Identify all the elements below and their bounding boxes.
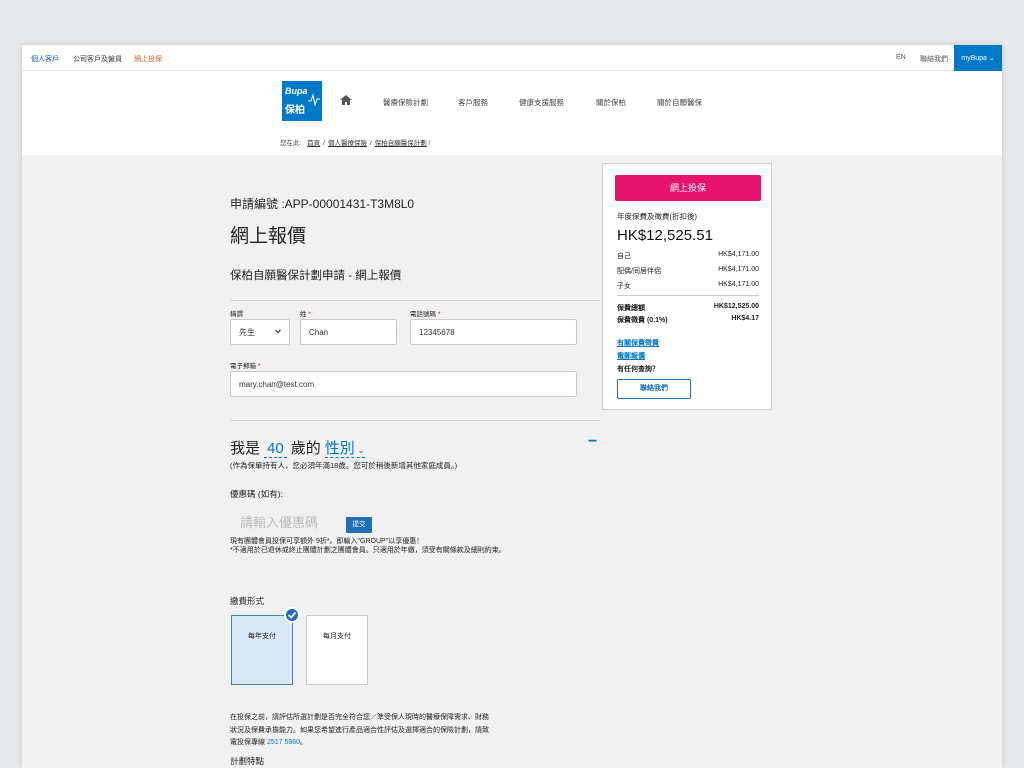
breadcrumb: 您在此: 首頁 / 個人醫療保險 / 保柏自願醫保計劃 / (280, 140, 431, 147)
tab-online-apply[interactable]: 網上投保 (134, 54, 162, 64)
check-icon (284, 607, 300, 623)
premium-row-children: 子女 HK$4,171.00 (617, 281, 759, 290)
salutation-select[interactable]: 先生 (230, 319, 290, 345)
levy-row: 保費徵費 (0.1%) HK$4.17 (617, 315, 759, 324)
disclaimer-line: 在投保之前，請評估所選計劃是否完全符合您／準受保人現時的醫療保障需求、財務 (230, 714, 489, 721)
nav-about-vhis[interactable]: 關於自願醫保 (657, 97, 702, 108)
breadcrumb-home[interactable]: 首頁 (307, 140, 320, 147)
annual-premium-total: HK$12,525.51 (617, 227, 713, 244)
breadcrumb-medical-insurance[interactable]: 個人醫療保險 (328, 140, 367, 147)
chevron-down-icon: ⌄ (354, 445, 365, 455)
salutation-value: 先生 (239, 327, 255, 337)
breadcrumb-prefix: 您在此: (280, 140, 302, 147)
page-title: 網上報價 (230, 226, 307, 247)
age-gender-statement: 我是 40 歲的 性別 ⌄ (230, 437, 365, 458)
breadcrumb-vhis-plan[interactable]: 保柏自願醫保計劃 (375, 140, 427, 147)
nav-health-support[interactable]: 健康支援服務 (519, 97, 564, 108)
nav-about-bupa[interactable]: 關於保柏 (596, 97, 626, 108)
enquiry-text: 有任何查詢？ (617, 366, 659, 373)
mybupa-button[interactable]: myBupa ⌄ (954, 45, 1002, 71)
chevron-down-icon (275, 329, 281, 334)
form-subtitle: 保柏自願醫保計劃申請 - 網上報價 (230, 270, 402, 282)
email-quote-link[interactable]: 電郵報價 (617, 351, 645, 361)
divider (617, 295, 759, 296)
suitability-disclaimer: 在投保之前，請評估所選計劃是否完全符合您／準受保人現時的醫療保障需求、財務 狀況… (230, 712, 530, 750)
main-header: Bupa 保柏 醫療保險計劃 客戶服務 健康支援服務 關於保柏 關於自願醫保 您… (22, 71, 1002, 155)
browser-page: 個人客戶 公司客戶及僱員 網上投保 EN 聯絡我們 myBupa ⌄ Bupa … (22, 45, 1002, 768)
tab-corporate-customers[interactable]: 公司客戶及僱員 (73, 54, 122, 64)
logo-text-zh: 保柏 (285, 105, 305, 116)
breadcrumb-suffix: / (428, 140, 431, 147)
logo-text-en: Bupa (285, 86, 308, 96)
annual-premium-label: 年度保費及徵費(折扣後) (617, 212, 697, 221)
salutation-label: 稱謂 (230, 311, 243, 318)
annual-payment-option[interactable]: 每年支付 (231, 615, 293, 685)
home-icon[interactable] (340, 95, 352, 105)
phone-value: 12345678 (419, 327, 455, 337)
iam-prefix: 我是 (230, 440, 261, 457)
iam-mid: 歲的 (290, 440, 321, 457)
promo-code-input[interactable]: 請輸入優惠碼 (230, 513, 340, 533)
phone-label: 電話號碼 * (410, 311, 441, 318)
monthly-payment-option[interactable]: 每月支付 (306, 615, 368, 685)
surname-input[interactable]: Chan (300, 319, 397, 345)
promo-note-line2: *不適用於已退休或終止團體計劃之團體會員。只適用於年繳，須受有關條款及細則約束。 (230, 547, 506, 554)
application-number: 申請編號 :APP-00001431-T3M8L0 (230, 197, 415, 211)
tab-personal-customers[interactable]: 個人客戶 (23, 54, 67, 73)
chevron-down-icon: ⌄ (986, 55, 995, 62)
mybupa-label: myBupa (961, 55, 987, 62)
age-selector[interactable]: 40 (264, 440, 287, 458)
email-label: 電子郵箱 * (230, 363, 261, 370)
payment-mode-label: 繳費形式 (230, 596, 265, 606)
divider (230, 300, 600, 301)
disclaimer-line: 電投保專線 2517 5860。 (230, 739, 308, 746)
surname-label: 姓 * (300, 311, 311, 318)
premium-summary-card: 網上投保 年度保費及徵費(折扣後) HK$12,525.51 自己 HK$4,17… (602, 163, 772, 410)
premium-row-self: 自己 HK$4,171.00 (617, 251, 759, 260)
surname-value: Chan (309, 327, 329, 337)
gender-selector[interactable]: 性別 ⌄ (324, 440, 365, 458)
premium-row-spouse: 配偶/同居伴侶 HK$4,171.00 (617, 266, 759, 275)
nav-customer-service[interactable]: 客戶服務 (458, 97, 488, 108)
collapse-toggle[interactable]: − (588, 433, 597, 451)
premium-total-row: 保費總額 HK$12,525.00 (617, 303, 759, 312)
utility-bar: 個人客戶 公司客戶及僱員 網上投保 EN 聯絡我們 myBupa ⌄ (22, 45, 1002, 73)
levy-info-link[interactable]: 有關保費徵費 (617, 338, 659, 348)
monthly-payment-label: 每月支付 (323, 633, 351, 640)
phone-input[interactable]: 12345678 (410, 319, 577, 345)
heartbeat-icon (308, 93, 320, 107)
language-switch[interactable]: EN (896, 54, 906, 61)
disclaimer-line: 狀況及保費承擔能力。如果您希望進行產品適合性評估及選擇適合的保險計劃，請致 (230, 726, 489, 734)
policyholder-note: (作為保單持有人，您必須年滿18歲。您可於稍後新增其他家庭成員。) (230, 461, 458, 470)
promo-note-line1: 現有團體會員投保可享額外 9折*。即輸入"GROUP"以享優惠！ (230, 538, 424, 545)
promo-submit-button[interactable]: 提交 (346, 517, 372, 533)
plan-features-heading: 計劃特點 (230, 756, 265, 766)
bupa-logo[interactable]: Bupa 保柏 (282, 81, 322, 121)
divider (230, 420, 600, 421)
promo-note: 現有團體會員投保可享額外 9折*。即輸入"GROUP"以享優惠！ *不適用於已退… (230, 537, 506, 555)
annual-payment-label: 每年支付 (248, 633, 276, 640)
contact-us-button[interactable]: 聯絡我們 (617, 379, 691, 399)
email-value: mary.chan@test.com (239, 379, 315, 389)
email-input[interactable]: mary.chan@test.com (230, 371, 577, 397)
promo-code-label: 優惠碼 (如有): (230, 489, 283, 499)
apply-online-button[interactable]: 網上投保 (615, 175, 761, 201)
contact-us-link[interactable]: 聯絡我們 (920, 54, 948, 64)
hotline-link[interactable]: 2517 5860 (267, 739, 300, 746)
nav-medical-plans[interactable]: 醫療保險計劃 (383, 97, 428, 108)
